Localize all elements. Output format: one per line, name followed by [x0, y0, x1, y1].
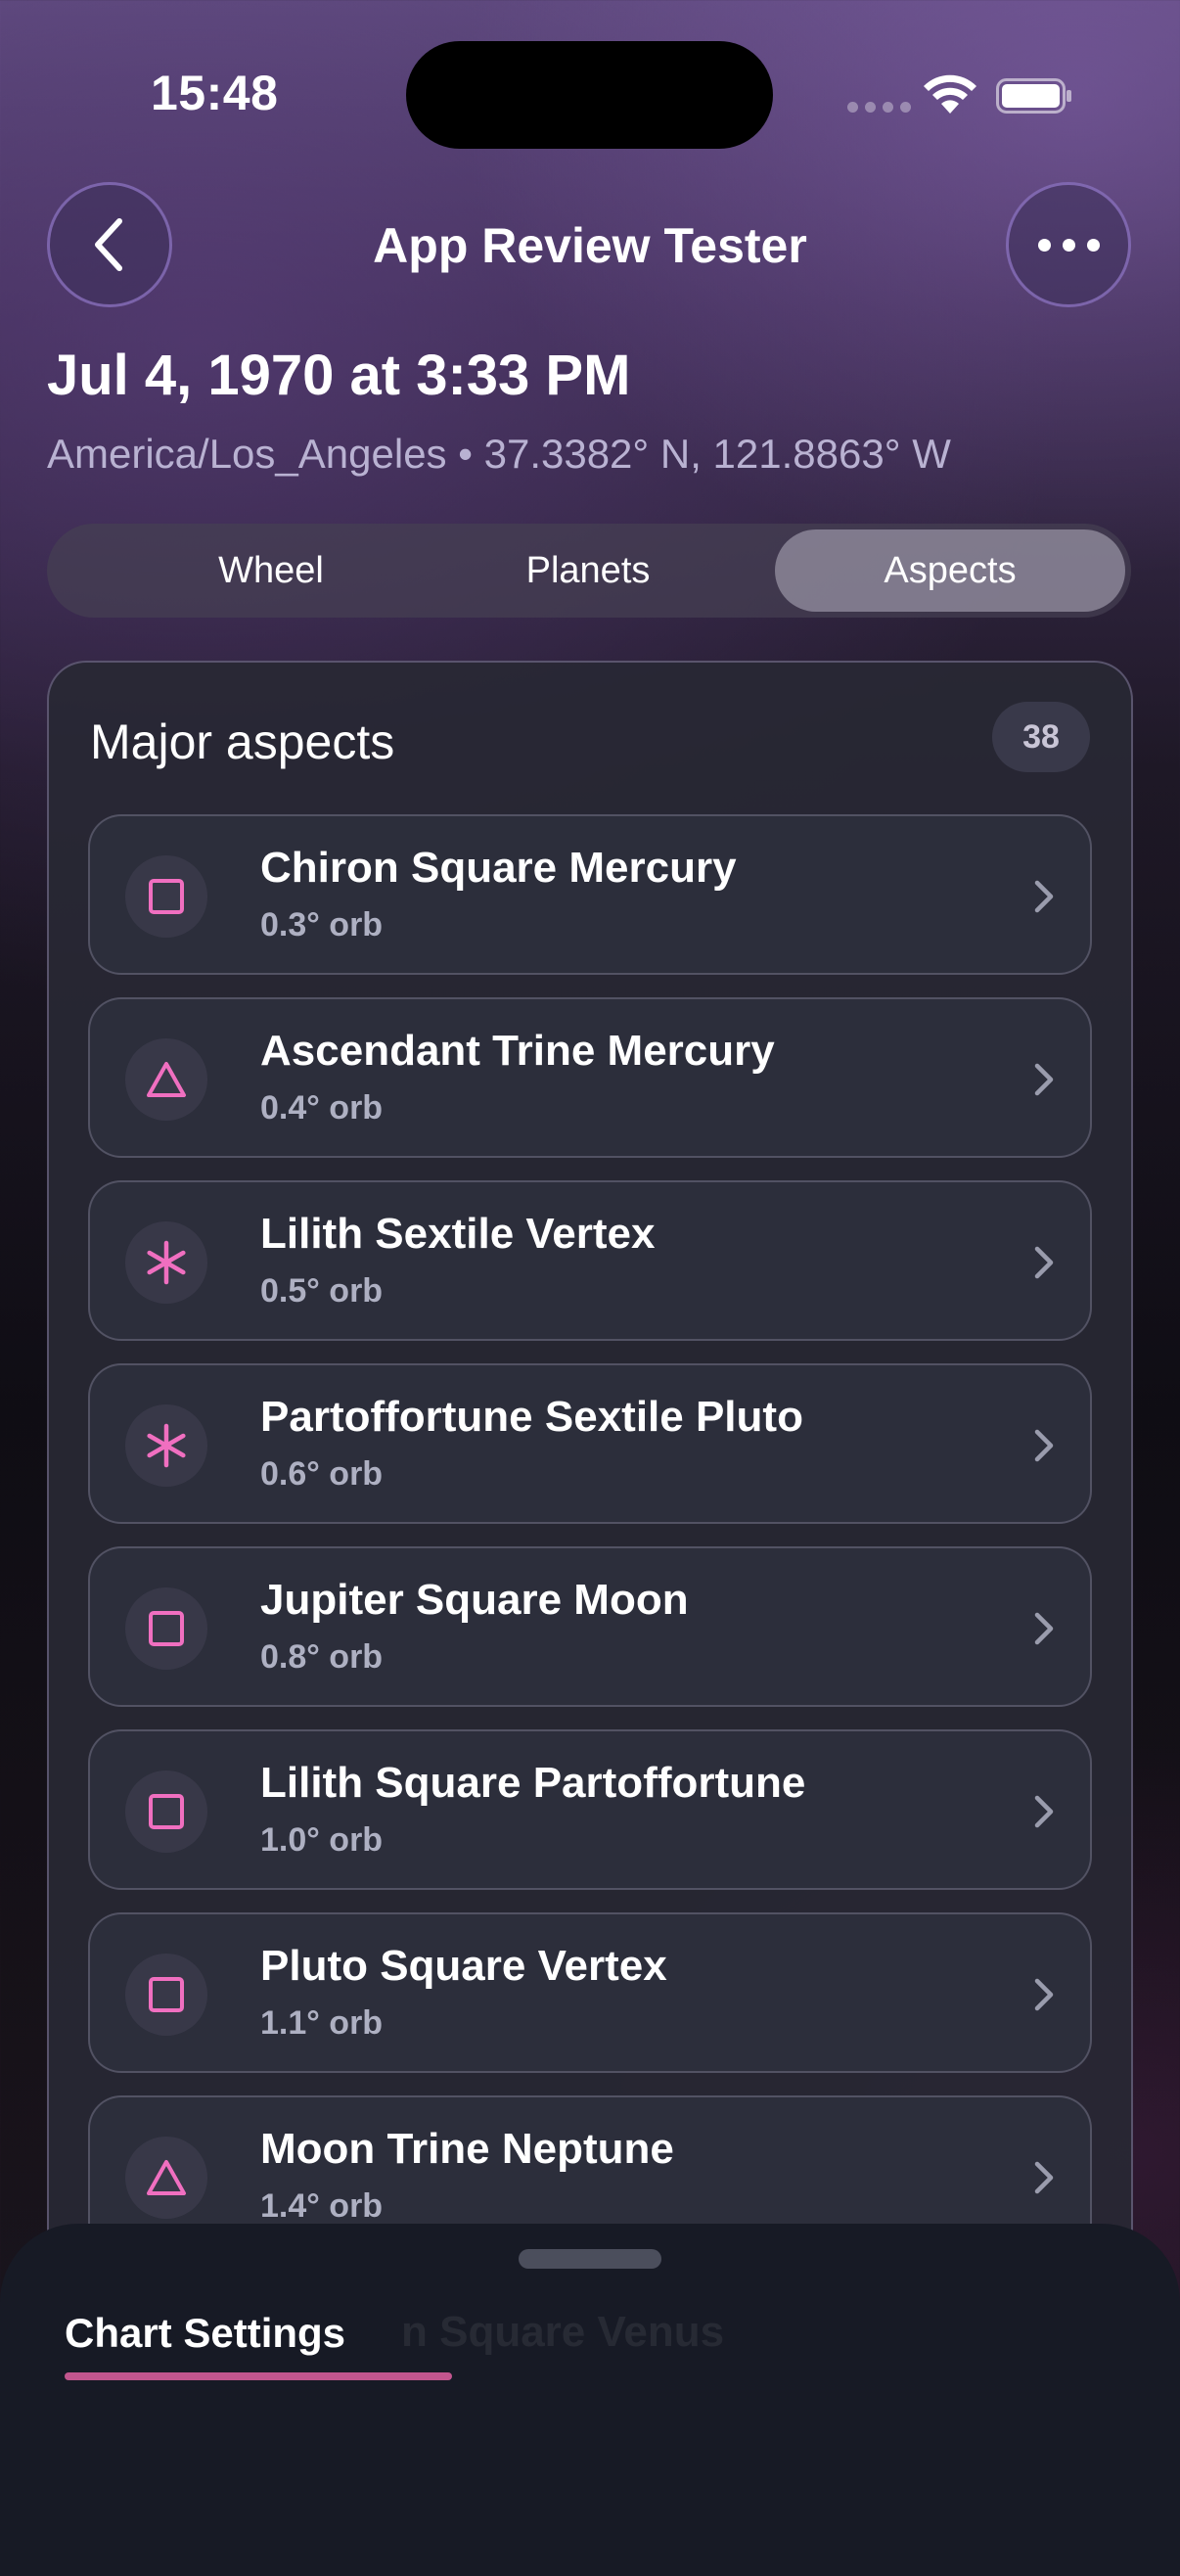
aspect-row[interactable]: Pluto Square Vertex 1.1° orb	[88, 1912, 1092, 2073]
dynamic-island	[406, 41, 773, 149]
chevron-right-icon	[1034, 1063, 1054, 1096]
ellipsis-icon	[1037, 238, 1100, 252]
more-options-button[interactable]	[1006, 182, 1131, 307]
tab-selected-indicator	[65, 2372, 452, 2380]
chevron-right-icon	[1034, 1612, 1054, 1645]
aspect-orb: 1.4° orb	[260, 2187, 384, 2225]
aspect-name: Ascendant Trine Mercury	[260, 1027, 775, 1075]
trine-aspect-icon	[125, 2137, 207, 2219]
square-aspect-icon	[125, 1771, 207, 1853]
cellular-signal-icon	[847, 102, 911, 113]
tab-planets[interactable]: Planets	[413, 529, 763, 612]
chart-location: America/Los_Angeles • 37.3382° N, 121.88…	[47, 431, 951, 477]
sheet-grabber-handle[interactable]	[519, 2249, 661, 2269]
square-aspect-icon	[125, 855, 207, 938]
card-title: Major aspects	[90, 714, 395, 769]
status-time: 15:48	[151, 66, 279, 120]
obscured-row-text: n Square Venus	[401, 2308, 725, 2356]
aspect-count-badge: 38	[992, 702, 1090, 772]
tab-wheel[interactable]: Wheel	[96, 529, 446, 612]
aspect-row[interactable]: Ascendant Trine Mercury 0.4° orb	[88, 997, 1092, 1158]
aspect-orb: 0.8° orb	[260, 1638, 384, 1676]
aspect-orb: 1.0° orb	[260, 1821, 384, 1859]
wifi-icon	[924, 74, 976, 114]
aspect-orb: 0.6° orb	[260, 1455, 384, 1493]
sextile-aspect-icon	[125, 1221, 207, 1304]
aspect-row[interactable]: Lilith Square Partoffortune 1.0° orb	[88, 1729, 1092, 1890]
chart-settings-sheet[interactable]	[0, 2224, 1180, 2576]
chevron-right-icon	[1034, 1429, 1054, 1462]
aspect-orb: 0.4° orb	[260, 1089, 384, 1127]
aspect-orb: 0.3° orb	[260, 906, 384, 943]
square-aspect-icon	[125, 1954, 207, 2036]
aspect-name: Chiron Square Mercury	[260, 844, 737, 892]
chevron-right-icon	[1034, 1795, 1054, 1828]
chevron-right-icon	[1034, 880, 1054, 913]
chart-date: Jul 4, 1970 at 3:33 PM	[47, 344, 631, 407]
major-aspects-card: Major aspects 38 Chiron Square Mercury 0…	[47, 661, 1133, 2324]
aspect-name: Lilith Square Partoffortune	[260, 1759, 806, 1807]
view-segmented-control: Wheel Planets Aspects	[47, 524, 1131, 618]
trine-aspect-icon	[125, 1038, 207, 1121]
chevron-right-icon	[1034, 2161, 1054, 2194]
aspect-row[interactable]: Chiron Square Mercury 0.3° orb	[88, 814, 1092, 975]
aspect-orb: 0.5° orb	[260, 1272, 384, 1310]
aspect-row[interactable]: Partoffortune Sextile Pluto 0.6° orb	[88, 1363, 1092, 1524]
battery-icon	[996, 78, 1071, 114]
chevron-right-icon	[1034, 1246, 1054, 1279]
chevron-right-icon	[1034, 1978, 1054, 2011]
aspect-row[interactable]: Lilith Sextile Vertex 0.5° orb	[88, 1180, 1092, 1341]
tab-chart-settings[interactable]: Chart Settings	[65, 2310, 345, 2357]
aspect-row[interactable]: Jupiter Square Moon 0.8° orb	[88, 1546, 1092, 1707]
tab-aspects[interactable]: Aspects	[775, 529, 1125, 612]
page-title: App Review Tester	[373, 218, 807, 273]
aspect-name: Lilith Sextile Vertex	[260, 1210, 656, 1258]
aspect-orb: 1.1° orb	[260, 2004, 384, 2042]
aspect-name: Pluto Square Vertex	[260, 1942, 667, 1990]
aspect-name: Moon Trine Neptune	[260, 2125, 674, 2173]
square-aspect-icon	[125, 1587, 207, 1670]
sextile-aspect-icon	[125, 1404, 207, 1487]
aspect-name: Partoffortune Sextile Pluto	[260, 1393, 803, 1441]
aspect-name: Jupiter Square Moon	[260, 1576, 689, 1624]
